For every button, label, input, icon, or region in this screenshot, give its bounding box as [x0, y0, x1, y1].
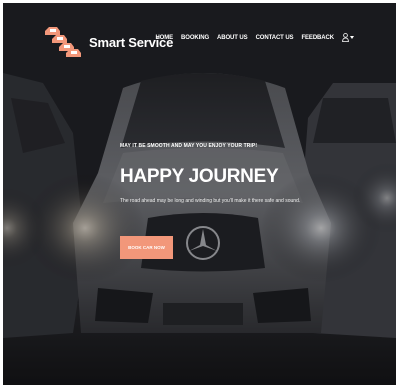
- nav-menu: HOME BOOKING ABOUT US CONTACT US FEEDBAC…: [155, 33, 354, 42]
- caret-down-icon: [350, 36, 354, 39]
- nav-booking-link[interactable]: BOOKING: [181, 35, 209, 41]
- nav-contact-link[interactable]: CONTACT US: [256, 35, 294, 41]
- nav-about-link[interactable]: ABOUT US: [217, 35, 248, 41]
- nav-feedback-link[interactable]: FEEDBACK: [301, 35, 334, 41]
- page-frame: Smart Service HOME BOOKING ABOUT US CONT…: [3, 3, 396, 385]
- hero-tagline: MAY IT BE SMOOTH AND MAY YOU ENJOY YOUR …: [120, 143, 258, 149]
- user-icon: [342, 33, 349, 42]
- book-car-button[interactable]: BOOK CAR NOW: [120, 236, 173, 259]
- hero-section: MAY IT BE SMOOTH AND MAY YOU ENJOY YOUR …: [120, 143, 380, 259]
- brand[interactable]: Smart Service: [43, 25, 173, 59]
- stacked-cars-logo-icon: [43, 25, 83, 59]
- user-menu[interactable]: [342, 33, 354, 42]
- hero-description: The road ahead may be long and winding b…: [120, 198, 301, 204]
- navbar: Smart Service HOME BOOKING ABOUT US CONT…: [3, 3, 396, 73]
- hero-title: HAPPY JOURNEY: [120, 166, 279, 187]
- nav-home-link[interactable]: HOME: [155, 35, 173, 41]
